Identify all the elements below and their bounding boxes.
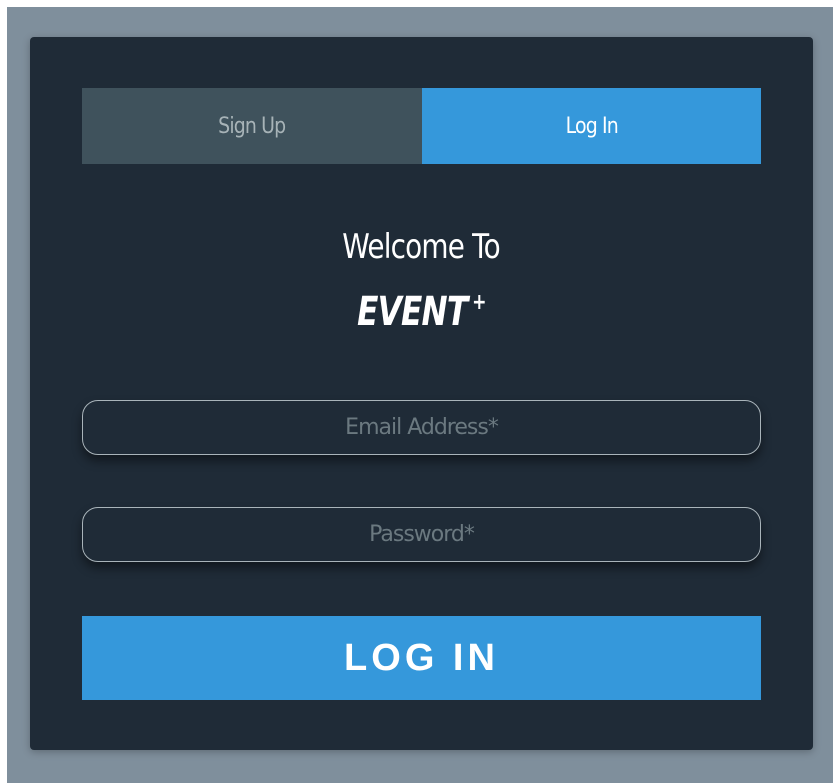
email-field-wrapper bbox=[82, 400, 761, 455]
auth-tabs: Sign Up Log In bbox=[82, 88, 761, 164]
tab-sign-up[interactable]: Sign Up bbox=[82, 88, 422, 164]
tab-sign-up-label: Sign Up bbox=[218, 113, 286, 139]
password-field-wrapper bbox=[82, 507, 761, 562]
log-in-button[interactable]: LOG IN bbox=[82, 616, 761, 700]
brand-logo: EVENT + bbox=[30, 289, 813, 335]
password-field[interactable] bbox=[83, 507, 760, 562]
welcome-heading: Welcome To bbox=[30, 227, 813, 267]
email-field[interactable] bbox=[83, 400, 760, 455]
login-card: Sign Up Log In Welcome To EVENT+ LOG IN bbox=[30, 37, 813, 750]
welcome-text: Welcome To bbox=[342, 227, 501, 267]
tab-log-in-label: Log In bbox=[565, 113, 618, 139]
brand-plus-mark: + bbox=[472, 290, 486, 315]
brand-name: EVENT bbox=[357, 289, 468, 335]
tab-log-in[interactable]: Log In bbox=[421, 88, 761, 164]
